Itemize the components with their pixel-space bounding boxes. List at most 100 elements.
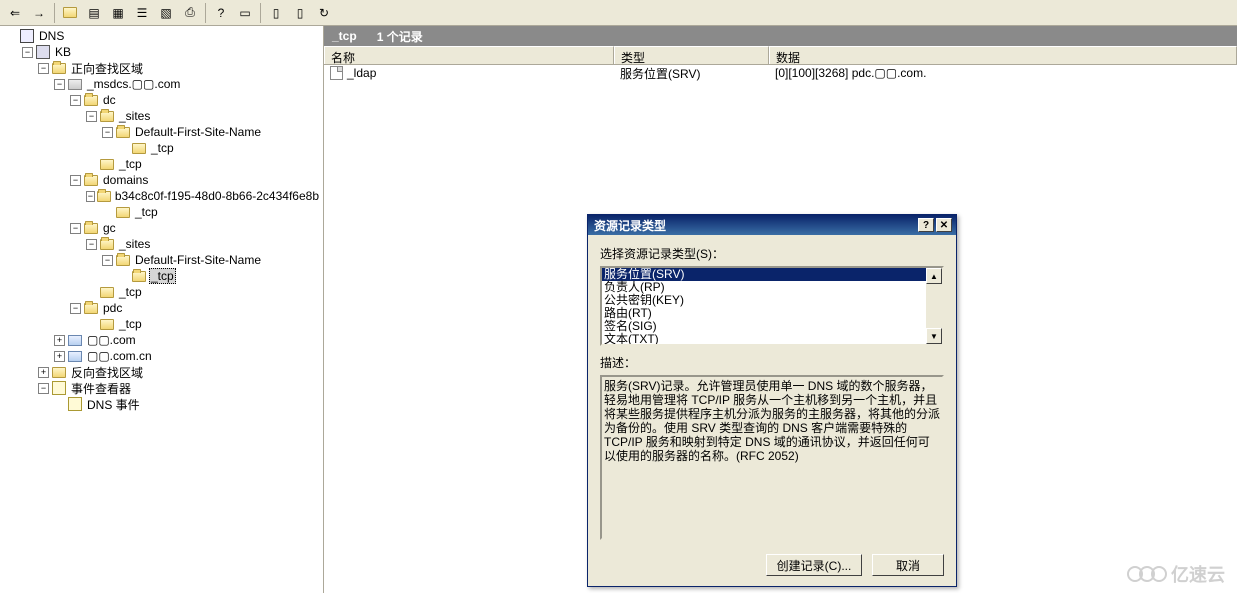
- tree-node-default-site[interactable]: − Default-First-Site-Name: [100, 252, 323, 268]
- col-name[interactable]: 名称: [324, 46, 614, 64]
- expander-icon[interactable]: −: [54, 79, 65, 90]
- tree-node-zone-com[interactable]: + ▢▢.com: [52, 332, 323, 348]
- tree-node-fwd-zone[interactable]: − 正向查找区域: [36, 60, 323, 76]
- tree-node-dns-event[interactable]: DNS 事件: [52, 396, 323, 412]
- view-detail-icon[interactable]: ▦: [107, 2, 129, 24]
- expander-icon[interactable]: −: [70, 95, 81, 106]
- folder-closed-icon: [100, 287, 114, 298]
- select-type-label: 选择资源记录类型(S)：: [600, 245, 944, 262]
- expander-icon[interactable]: −: [70, 175, 81, 186]
- export-icon[interactable]: ⎙: [179, 2, 201, 24]
- expander-icon[interactable]: −: [86, 111, 97, 122]
- scrollbar[interactable]: ▲ ▼: [926, 268, 942, 344]
- tree-node-zone-comcn[interactable]: + ▢▢.com.cn: [52, 348, 323, 364]
- tree-node-sites[interactable]: − _sites: [84, 108, 323, 124]
- folder-open-icon: [100, 239, 114, 250]
- back-icon[interactable]: ⇐: [4, 2, 26, 24]
- tree-node-dns[interactable]: DNS: [4, 28, 323, 44]
- scroll-down-icon[interactable]: ▼: [926, 328, 942, 344]
- header-count: 1 个记录: [377, 28, 423, 45]
- tree-node-server[interactable]: − KB: [20, 44, 323, 60]
- tree-node-rev-zone[interactable]: + 反向查找区域: [36, 364, 323, 380]
- dns-root-icon: [20, 29, 34, 43]
- doc2-icon[interactable]: ▯: [289, 2, 311, 24]
- tree-node-gc[interactable]: − gc: [68, 220, 323, 236]
- expander-icon[interactable]: −: [102, 255, 113, 266]
- dialog-titlebar[interactable]: 资源记录类型 ? ✕: [588, 215, 956, 235]
- col-data[interactable]: 数据: [769, 46, 1237, 64]
- folder-open-icon: [84, 303, 98, 314]
- folder-open-icon: [84, 223, 98, 234]
- zone-icon: [68, 79, 82, 90]
- folder-open-icon: [97, 191, 111, 202]
- tree-node-dc[interactable]: − dc: [68, 92, 323, 108]
- expander-icon[interactable]: −: [102, 127, 113, 138]
- help-button[interactable]: ?: [918, 218, 934, 232]
- folder-closed-icon: [132, 143, 146, 154]
- tree-node-tcp[interactable]: _tcp: [116, 140, 323, 156]
- folder-open-icon: [116, 255, 130, 266]
- folder-open-icon: [116, 127, 130, 138]
- folder-closed-icon: [52, 367, 66, 378]
- tree-node-msdcs[interactable]: − _msdcs.▢▢.com: [52, 76, 323, 92]
- expander-icon[interactable]: −: [86, 239, 97, 250]
- tree-pane[interactable]: DNS − KB −: [0, 26, 324, 593]
- zone-icon: [68, 351, 82, 362]
- tree-node-tcp[interactable]: _tcp: [84, 156, 323, 172]
- expander-icon[interactable]: −: [86, 191, 95, 202]
- expander-icon[interactable]: −: [70, 303, 81, 314]
- description-label: 描述：: [600, 354, 944, 371]
- dns-tree: DNS − KB −: [0, 28, 323, 412]
- list-row[interactable]: _ldap 服务位置(SRV) [0][100][3268] pdc.▢▢.co…: [324, 65, 1237, 81]
- resource-record-type-dialog: 资源记录类型 ? ✕ 选择资源记录类型(S)： 服务位置(SRV) 负责人(RP…: [587, 214, 957, 587]
- new-icon[interactable]: ▧: [155, 2, 177, 24]
- tree-node-event-viewer[interactable]: − 事件查看器: [36, 380, 323, 396]
- tree-node-tcp[interactable]: _tcp: [84, 316, 323, 332]
- dialog-title: 资源记录类型: [592, 217, 916, 234]
- expander-icon[interactable]: +: [38, 367, 49, 378]
- tree-node-tcp[interactable]: _tcp: [100, 204, 323, 220]
- refresh-icon[interactable]: ↻: [313, 2, 335, 24]
- tree-node-tcp[interactable]: _tcp: [84, 284, 323, 300]
- tree-node-sites[interactable]: − _sites: [84, 236, 323, 252]
- record-type: 服务位置(SRV): [614, 65, 769, 82]
- list-header-bar: _tcp 1 个记录: [324, 26, 1237, 46]
- expander-icon[interactable]: −: [38, 63, 49, 74]
- record-name: _ldap: [347, 66, 376, 80]
- tree-node-pdc[interactable]: − pdc: [68, 300, 323, 316]
- expander-icon[interactable]: −: [38, 383, 49, 394]
- expander-icon[interactable]: +: [54, 351, 65, 362]
- col-type[interactable]: 类型: [614, 46, 769, 64]
- forward-icon[interactable]: →: [28, 2, 50, 24]
- record-icon: [330, 66, 343, 80]
- up-folder-icon[interactable]: [59, 2, 81, 24]
- create-record-button[interactable]: 创建记录(C)...: [766, 554, 862, 576]
- toolbar: ⇐ → ▤ ▦ ☰ ▧ ⎙ ? ▭ ▯ ▯ ↻: [0, 0, 1237, 26]
- scroll-up-icon[interactable]: ▲: [926, 268, 942, 284]
- zone-icon: [68, 335, 82, 346]
- properties-icon[interactable]: ☰: [131, 2, 153, 24]
- tree-node-domains[interactable]: − domains: [68, 172, 323, 188]
- record-data: [0][100][3268] pdc.▢▢.com.: [769, 66, 1237, 80]
- scroll-track[interactable]: [926, 284, 942, 328]
- close-button[interactable]: ✕: [936, 218, 952, 232]
- expander-icon[interactable]: −: [22, 47, 33, 58]
- folder-open-icon: [84, 95, 98, 106]
- record-type-listbox[interactable]: 服务位置(SRV) 负责人(RP) 公共密钥(KEY) 路由(RT) 签名(SI…: [600, 266, 944, 346]
- list-columns: 名称 类型 数据: [324, 46, 1237, 65]
- server-icon: [36, 45, 50, 59]
- view-list-icon[interactable]: ▤: [83, 2, 105, 24]
- folder-open-icon: [52, 63, 66, 74]
- db-icon[interactable]: ▭: [234, 2, 256, 24]
- expander-icon[interactable]: −: [70, 223, 81, 234]
- listbox-item[interactable]: 文本(TXT): [602, 333, 926, 344]
- help-icon[interactable]: ?: [210, 2, 232, 24]
- tree-node-tcp-selected[interactable]: _tcp: [116, 268, 323, 284]
- tree-node-default-site[interactable]: − Default-First-Site-Name: [100, 124, 323, 140]
- expander-icon[interactable]: +: [54, 335, 65, 346]
- description-box: 服务(SRV)记录。允许管理员使用单一 DNS 域的数个服务器，轻易地用管理将 …: [600, 375, 944, 540]
- tree-label-dns: DNS: [37, 29, 66, 43]
- doc1-icon[interactable]: ▯: [265, 2, 287, 24]
- cancel-button[interactable]: 取消: [872, 554, 944, 576]
- tree-node-guid[interactable]: − b34c8c0f-f195-48d0-8b66-2c434f6e8b: [84, 188, 323, 204]
